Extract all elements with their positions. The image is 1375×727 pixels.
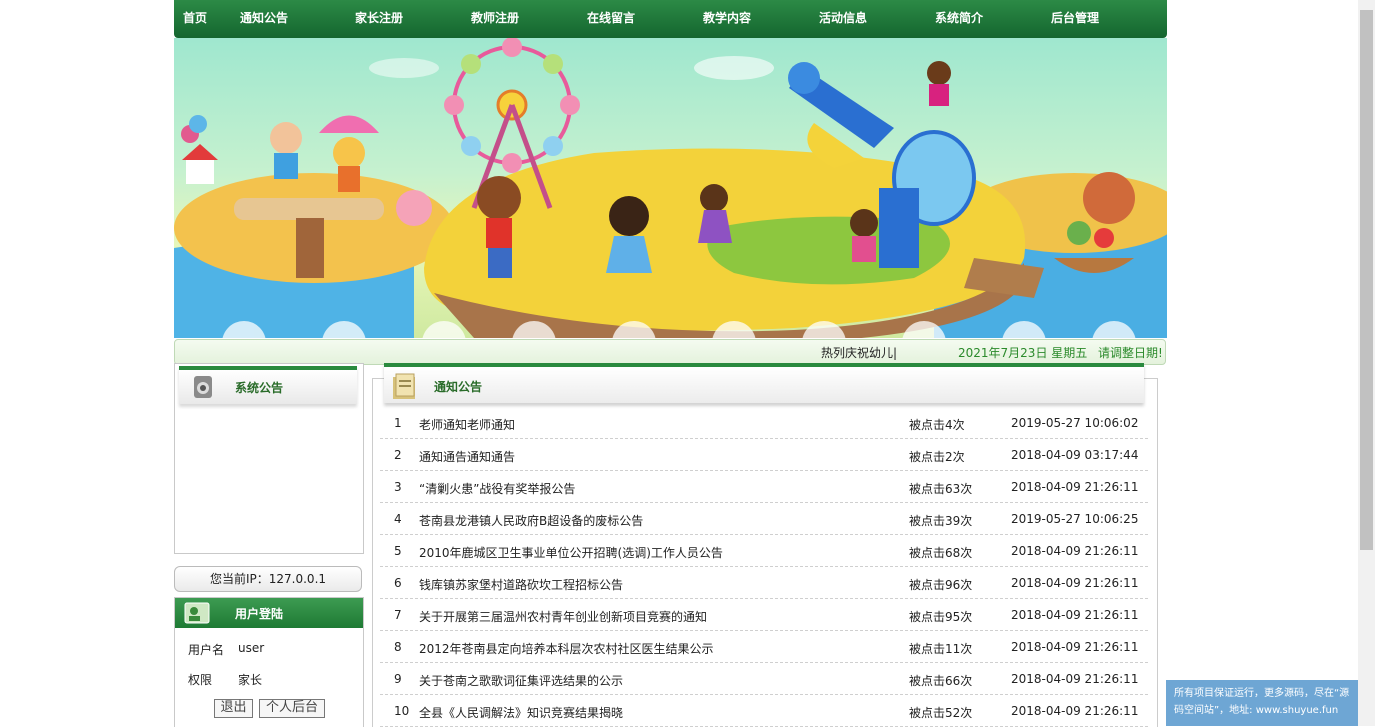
notice-number: 7 bbox=[394, 608, 402, 622]
nav-message[interactable]: 在线留言 bbox=[587, 0, 635, 38]
notice-number: 5 bbox=[394, 544, 402, 558]
notice-clicks: 被点击95次 bbox=[909, 610, 973, 624]
scrollbar-thumb[interactable] bbox=[1360, 10, 1373, 550]
speaker-icon bbox=[194, 376, 212, 398]
notice-date: 2018-04-09 21:26:11 bbox=[1011, 576, 1139, 590]
user-card-icon bbox=[184, 602, 210, 624]
notice-number: 8 bbox=[394, 640, 402, 654]
user-login-header: 用户登陆 bbox=[175, 598, 363, 628]
promo-banner[interactable]: 所有项目保证运行，更多源码，尽在“源码空间站”，地址: www.shuyue.f… bbox=[1166, 680, 1365, 726]
notice-row[interactable]: 4 苍南县龙港镇人民政府B超设备的废标公告 被点击39次 2019-05-27 10:… bbox=[380, 503, 1148, 535]
notice-clicks: 被点击11次 bbox=[909, 642, 973, 656]
notice-date: 2018-04-09 03:17:44 bbox=[1011, 448, 1139, 462]
nav-about[interactable]: 系统简介 bbox=[935, 0, 983, 38]
notice-date: 2019-05-27 10:06:02 bbox=[1011, 416, 1139, 430]
notice-rows: 1 老师通知老师通知 被点击4次 2019-05-27 10:06:02 2 通知通告通知… bbox=[380, 407, 1148, 727]
notice-date: 2018-04-09 21:26:11 bbox=[1011, 704, 1139, 718]
notice-number: 4 bbox=[394, 512, 402, 526]
notice-number: 3 bbox=[394, 480, 402, 494]
notice-title: 通知公告 bbox=[434, 380, 483, 394]
notice-clicks: 被点击2次 bbox=[909, 450, 965, 464]
notice-date: 2018-04-09 21:26:11 bbox=[1011, 672, 1139, 686]
nav-home[interactable]: 首页 bbox=[183, 0, 207, 38]
notice-row[interactable]: 1 老师通知老师通知 被点击4次 2019-05-27 10:06:02 bbox=[380, 407, 1148, 439]
current-date: 2021年7月23日 星期五 bbox=[958, 346, 1088, 360]
notice-row[interactable]: 8 2012年苍南县定向培养本科层次农村社区医生结果公示 被点击11次 2018-04… bbox=[380, 631, 1148, 663]
notice-header: 通知公告 bbox=[384, 363, 1144, 403]
role-label: 权限 bbox=[188, 673, 213, 687]
nav-notices[interactable]: 通知公告 bbox=[240, 0, 288, 38]
notice-number: 1 bbox=[394, 416, 402, 430]
notice-clicks: 被点击4次 bbox=[909, 418, 965, 432]
notice-link[interactable]: 苍南县龙港镇人民政府B超设备的废标公告 bbox=[419, 512, 643, 529]
notice-row[interactable]: 10 全县《人民调解法》知识竞赛结果揭晓 被点击52次 2018-04-09 21:2… bbox=[380, 695, 1148, 727]
nav-teaching[interactable]: 教学内容 bbox=[703, 0, 751, 38]
notice-clicks: 被点击66次 bbox=[909, 674, 973, 688]
notice-link[interactable]: 老师通知老师通知 bbox=[419, 416, 515, 433]
user-login-panel: 用户登陆 用户名 user 权限 家长 退出 个人后台 bbox=[174, 597, 364, 727]
notice-number: 2 bbox=[394, 448, 402, 462]
notice-link[interactable]: 通知通告通知通告 bbox=[419, 448, 515, 465]
system-notice-panel: 系统公告 bbox=[174, 363, 364, 554]
vertical-scrollbar[interactable] bbox=[1358, 0, 1375, 726]
notice-row[interactable]: 2 通知通告通知通告 被点击2次 2018-04-09 03:17:44 bbox=[380, 439, 1148, 471]
notice-date: 2018-04-09 21:26:11 bbox=[1011, 608, 1139, 622]
system-notice-header: 系统公告 bbox=[179, 366, 357, 404]
notice-clicks: 被点击68次 bbox=[909, 546, 973, 560]
notice-number: 9 bbox=[394, 672, 402, 686]
marquee-scroll-text: 热列庆祝幼儿| bbox=[821, 346, 898, 360]
notice-link[interactable]: 2010年鹿城区卫生事业单位公开招聘(选调)工作人员公告 bbox=[419, 544, 723, 561]
notice-link[interactable]: 全县《人民调解法》知识竞赛结果揭晓 bbox=[419, 704, 623, 721]
notice-row[interactable]: 3 “清剿火患”战役有奖举报公告 被点击63次 2018-04-09 21:26:11 bbox=[380, 471, 1148, 503]
notice-link[interactable]: 关于开展第三届温州农村青年创业创新项目竞赛的通知 bbox=[419, 608, 707, 625]
banner-illustration bbox=[174, 38, 1167, 338]
notice-number: 6 bbox=[394, 576, 402, 590]
nav-teacher-register[interactable]: 教师注册 bbox=[471, 0, 519, 38]
ip-display: 您当前IP：127.0.0.1 bbox=[174, 566, 362, 592]
notice-clicks: 被点击63次 bbox=[909, 482, 973, 496]
page-container: 首页 通知公告 家长注册 教师注册 在线留言 教学内容 活动信息 系统简介 后台… bbox=[174, 0, 1167, 727]
banner-image bbox=[174, 38, 1167, 338]
notice-date: 2018-04-09 21:26:11 bbox=[1011, 544, 1139, 558]
notice-link[interactable]: “清剿火患”战役有奖举报公告 bbox=[419, 480, 575, 497]
notice-row[interactable]: 7 关于开展第三届温州农村青年创业创新项目竞赛的通知 被点击95次 2018-04-0… bbox=[380, 599, 1148, 631]
notice-row[interactable]: 5 2010年鹿城区卫生事业单位公开招聘(选调)工作人员公告 被点击68次 2018-… bbox=[380, 535, 1148, 567]
notice-date: 2018-04-09 21:26:11 bbox=[1011, 480, 1139, 494]
logout-button[interactable]: 退出 bbox=[214, 699, 253, 718]
notice-row[interactable]: 6 钱库镇苏家堡村道路砍坎工程招标公告 被点击96次 2018-04-09 21:26… bbox=[380, 567, 1148, 599]
personal-backend-button[interactable]: 个人后台 bbox=[259, 699, 325, 718]
nav-admin[interactable]: 后台管理 bbox=[1051, 0, 1099, 38]
notice-row[interactable]: 9 关于苍南之歌歌词征集评选结果的公示 被点击66次 2018-04-09 21:26… bbox=[380, 663, 1148, 695]
marquee-bar: 热列庆祝幼儿| 2021年7月23日 星期五 请调整日期! bbox=[174, 339, 1166, 365]
notice-list-panel: 通知公告 1 老师通知老师通知 被点击4次 2019-05-27 10:06:02 2 通… bbox=[372, 363, 1158, 727]
username-label: 用户名 bbox=[188, 643, 225, 657]
notice-date: 2019-05-27 10:06:25 bbox=[1011, 512, 1139, 526]
system-notice-title: 系统公告 bbox=[235, 381, 284, 395]
notice-clicks: 被点击39次 bbox=[909, 514, 973, 528]
notice-clicks: 被点击52次 bbox=[909, 706, 973, 720]
top-nav: 首页 通知公告 家长注册 教师注册 在线留言 教学内容 活动信息 系统简介 后台… bbox=[174, 0, 1167, 38]
nav-parent-register[interactable]: 家长注册 bbox=[355, 0, 403, 38]
folder-icon bbox=[393, 373, 415, 399]
notice-number: 10 bbox=[394, 704, 410, 718]
notice-link[interactable]: 钱库镇苏家堡村道路砍坎工程招标公告 bbox=[419, 576, 623, 593]
notice-link[interactable]: 关于苍南之歌歌词征集评选结果的公示 bbox=[419, 672, 623, 689]
nav-activities[interactable]: 活动信息 bbox=[819, 0, 867, 38]
username-value: user bbox=[238, 641, 265, 655]
notice-date: 2018-04-09 21:26:11 bbox=[1011, 640, 1139, 654]
notice-clicks: 被点击96次 bbox=[909, 578, 973, 592]
adjust-date-link[interactable]: 请调整日期! bbox=[1098, 344, 1163, 361]
role-value: 家长 bbox=[238, 673, 263, 687]
user-login-title: 用户登陆 bbox=[235, 607, 284, 621]
notice-link[interactable]: 2012年苍南县定向培养本科层次农村社区医生结果公示 bbox=[419, 640, 714, 657]
